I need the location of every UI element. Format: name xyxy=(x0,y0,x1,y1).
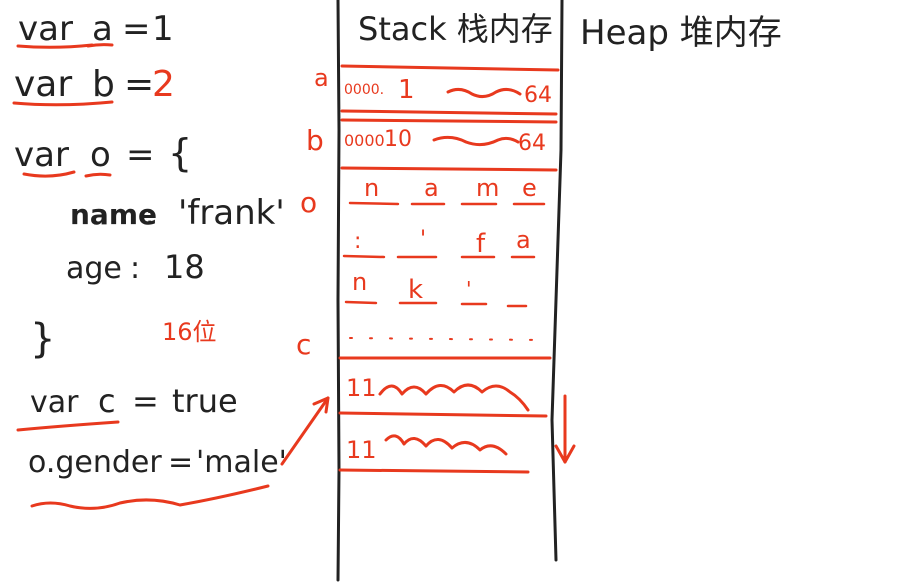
code-o-op: = xyxy=(126,135,155,175)
assign-lhs: o.gender xyxy=(28,445,162,480)
o-char: a xyxy=(424,174,439,202)
o-char: f xyxy=(476,229,486,259)
row-b-prefix: 0000 xyxy=(344,131,385,150)
code-a-keyword: var xyxy=(18,9,73,49)
memory-diagram: var a = 1 var b = 2 var o = { name : 'fr… xyxy=(12,0,782,582)
row-a-suffix: 64 xyxy=(524,83,552,108)
stack-row-c2: 11 xyxy=(346,434,508,464)
code-c-keyword: var xyxy=(30,385,79,420)
row-b-squiggle xyxy=(432,135,520,147)
row-c2-prefix: 11 xyxy=(346,436,377,464)
heap-panel: Heap 堆内存 xyxy=(580,13,782,53)
code-brace-close: } xyxy=(30,316,55,362)
o-char: : xyxy=(354,229,361,254)
code-a-value: 1 xyxy=(152,9,174,49)
label-b: b xyxy=(306,124,324,157)
stack-divider xyxy=(340,166,558,172)
code-b-op: = xyxy=(124,64,154,105)
row-b-value: 10 xyxy=(384,127,412,152)
code-c-value: true xyxy=(172,382,238,420)
code-line-a: var a = 1 xyxy=(16,9,174,49)
stack-row-b: 0000 10 64 xyxy=(344,127,546,156)
stack-panel: Stack 栈内存 a b o c 0000. 1 64 0000 10 64 xyxy=(296,0,564,582)
code-prop-age: age : 18 xyxy=(66,248,205,286)
heap-title: Heap 堆内存 xyxy=(580,13,782,53)
code-o-keyword: var xyxy=(14,135,69,175)
stack-divider xyxy=(338,468,530,474)
stack-divider xyxy=(340,64,560,72)
stack-right-border xyxy=(550,0,564,562)
code-b-keyword: var xyxy=(14,64,72,105)
code-c-name: c xyxy=(98,382,116,420)
code-b-value: 2 xyxy=(152,64,175,105)
stack-object-rows: n a m e : ' f a n k ' xyxy=(342,174,546,341)
label-c: c xyxy=(296,328,311,361)
o-char: e xyxy=(522,174,537,202)
stack-divider xyxy=(340,118,558,124)
code-c-op: = xyxy=(132,382,159,420)
code-line-assign: o.gender = 'male' xyxy=(28,445,287,510)
o-slot xyxy=(342,254,536,259)
bits-annotation: 16位 xyxy=(162,318,217,346)
o-char: ' xyxy=(466,277,472,301)
prop-name-value: 'frank' xyxy=(178,193,285,233)
stack-row-a: 0000. 1 64 xyxy=(344,75,552,108)
underline-assign xyxy=(30,484,270,510)
code-a-name: a xyxy=(92,9,113,49)
row-c1-prefix: 11 xyxy=(346,374,377,402)
o-char: n xyxy=(364,174,379,202)
stack-row-c1: 11 xyxy=(346,374,530,412)
o-slot-faint xyxy=(349,337,541,341)
prop-age-value: 18 xyxy=(164,248,205,286)
pointer-arrow xyxy=(280,396,330,466)
row-a-prefix: 0000. xyxy=(344,82,384,98)
prop-age-key: age xyxy=(66,251,122,286)
code-line-b: var b = 2 xyxy=(12,64,175,107)
prop-name-key: name xyxy=(70,198,157,231)
underline-var-c xyxy=(16,420,120,432)
label-o: o xyxy=(300,186,317,219)
code-b-name: b xyxy=(92,64,115,105)
code-prop-name: name : 'frank' xyxy=(70,193,285,233)
code-line-o: var o = { xyxy=(14,131,192,178)
stack-divider xyxy=(340,109,558,116)
o-slot xyxy=(344,300,528,308)
row-b-suffix: 64 xyxy=(518,131,546,156)
o-char: a xyxy=(516,226,531,254)
row-c1-squiggle xyxy=(378,383,530,412)
label-a: a xyxy=(314,64,329,92)
code-a-op: = xyxy=(122,9,151,49)
o-char: k xyxy=(408,275,423,305)
o-slot xyxy=(348,201,546,206)
row-a-value: 1 xyxy=(398,75,415,105)
underline-a xyxy=(86,43,114,48)
stack-left-border xyxy=(336,0,341,582)
o-char: n xyxy=(352,268,367,296)
stack-divider xyxy=(338,411,548,418)
row-a-squiggle xyxy=(446,87,522,99)
underline-o xyxy=(84,172,112,178)
assign-op: = xyxy=(168,445,193,480)
prop-age-colon: : xyxy=(130,251,140,286)
code-line-c: var c = true xyxy=(16,382,238,432)
row-c2-squiggle xyxy=(384,434,508,456)
growth-arrow xyxy=(554,394,576,464)
code-o-brace-open: { xyxy=(168,131,192,175)
o-char: ' xyxy=(420,227,426,252)
o-char: m xyxy=(476,174,499,202)
assign-value: 'male' xyxy=(196,445,287,480)
stack-title: Stack 栈内存 xyxy=(358,10,553,48)
code-o-name: o xyxy=(90,135,111,175)
code-panel: var a = 1 var b = 2 var o = { name : 'fr… xyxy=(12,9,330,510)
prop-name-colon: : xyxy=(145,198,154,231)
